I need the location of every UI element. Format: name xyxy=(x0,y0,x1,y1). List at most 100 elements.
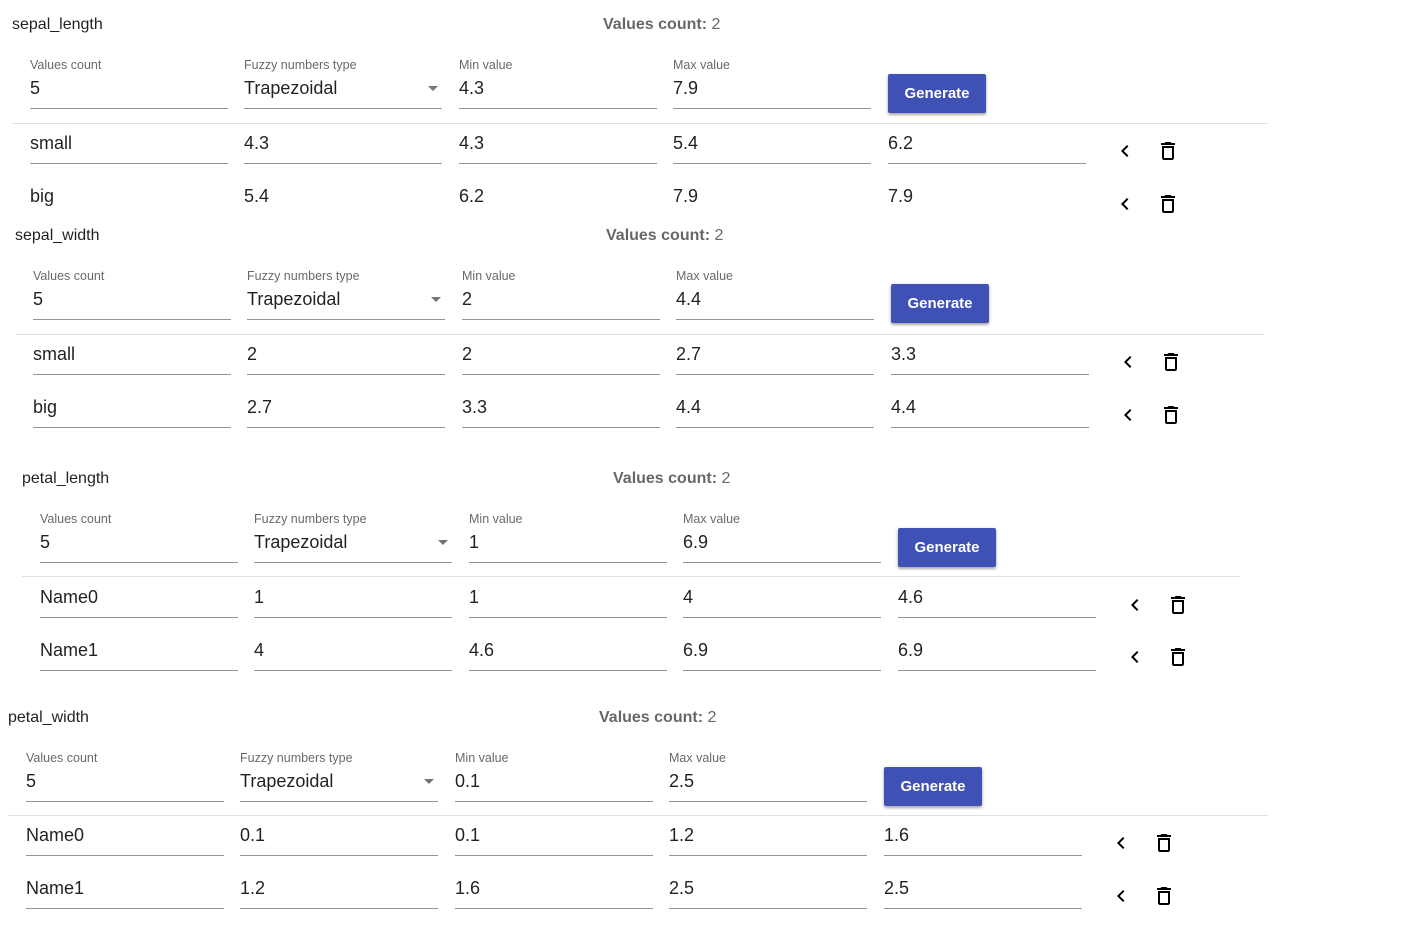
point-c-input[interactable]: 1.2 xyxy=(669,825,867,856)
point-d-input[interactable]: 6.2 xyxy=(888,133,1086,164)
values-count-input[interactable]: Values count 5 xyxy=(26,751,224,802)
generate-button[interactable]: Generate xyxy=(884,767,982,806)
point-c-input[interactable]: 7.9 xyxy=(673,186,871,217)
fuzzy-type-select[interactable]: Fuzzy numbers type Trapezoidal xyxy=(254,512,452,563)
dropdown-arrow-icon xyxy=(438,540,448,545)
trash-icon[interactable] xyxy=(1152,884,1176,908)
chevron-left-icon[interactable] xyxy=(1123,593,1147,617)
trash-icon[interactable] xyxy=(1166,645,1190,669)
values-count-value: 5 xyxy=(30,78,41,98)
point-b-input[interactable]: 1 xyxy=(469,587,667,618)
point-c-input[interactable]: 2.5 xyxy=(669,878,867,909)
fuzzy-type-value: Trapezoidal xyxy=(247,289,341,309)
generate-button[interactable]: Generate xyxy=(888,74,986,113)
point-d-input[interactable]: 6.9 xyxy=(898,640,1096,671)
fuzzy-type-value: Trapezoidal xyxy=(240,771,334,791)
chevron-left-icon[interactable] xyxy=(1113,192,1137,216)
chevron-left-icon[interactable] xyxy=(1109,884,1133,908)
trash-icon[interactable] xyxy=(1156,192,1180,216)
values-count-input[interactable]: Values count 5 xyxy=(30,58,228,109)
point-a-input[interactable]: 2 xyxy=(247,344,445,375)
point-c-input[interactable]: 5.4 xyxy=(673,133,871,164)
min-value-input[interactable]: Min value 2 xyxy=(462,269,660,320)
fuzzy-name-input[interactable]: big xyxy=(30,186,228,217)
point-a-value: 4 xyxy=(254,640,265,660)
max-value-input[interactable]: Max value 7.9 xyxy=(673,58,871,109)
min-value-label: Min value xyxy=(462,269,516,283)
trash-icon[interactable] xyxy=(1159,350,1183,374)
point-b-input[interactable]: 4.3 xyxy=(459,133,657,164)
generate-button[interactable]: Generate xyxy=(898,528,996,567)
attribute-name: petal_width xyxy=(8,709,89,726)
fuzzy-name-input[interactable]: Name1 xyxy=(26,878,224,909)
min-value-input[interactable]: Min value 4.3 xyxy=(459,58,657,109)
point-a-input[interactable]: 2.7 xyxy=(247,397,445,428)
fuzzy-name-input[interactable]: Name1 xyxy=(40,640,238,671)
min-value-input[interactable]: Min value 0.1 xyxy=(455,751,653,802)
chevron-left-icon[interactable] xyxy=(1113,139,1137,163)
point-b-input[interactable]: 6.2 xyxy=(459,186,657,217)
chevron-left-icon[interactable] xyxy=(1109,831,1133,855)
point-a-value: 4.3 xyxy=(244,133,270,153)
point-a-input[interactable]: 4.3 xyxy=(244,133,442,164)
attribute-name: sepal_length xyxy=(12,16,103,33)
max-value-input[interactable]: Max value 2.5 xyxy=(669,751,867,802)
fuzzy-name-value: Name1 xyxy=(40,640,99,660)
point-a-input[interactable]: 1 xyxy=(254,587,452,618)
point-b-value: 4.3 xyxy=(459,133,485,153)
point-d-input[interactable]: 2.5 xyxy=(884,878,1082,909)
max-value-input[interactable]: Max value 4.4 xyxy=(676,269,874,320)
fuzzy-name-input[interactable]: Name0 xyxy=(26,825,224,856)
chevron-left-icon[interactable] xyxy=(1116,350,1140,374)
values-count-input[interactable]: Values count 5 xyxy=(33,269,231,320)
fuzzy-type-select[interactable]: Fuzzy numbers type Trapezoidal xyxy=(244,58,442,109)
fuzzy-name-input[interactable]: small xyxy=(33,344,231,375)
point-b-input[interactable]: 2 xyxy=(462,344,660,375)
fuzzy-name-value: Name1 xyxy=(26,878,85,898)
values-count-input[interactable]: Values count 5 xyxy=(40,512,238,563)
fuzzy-type-select[interactable]: Fuzzy numbers type Trapezoidal xyxy=(240,751,438,802)
chevron-left-icon[interactable] xyxy=(1116,403,1140,427)
point-d-value: 6.9 xyxy=(898,640,924,660)
min-value-value: 4.3 xyxy=(459,78,485,98)
fuzzy-name-input[interactable]: Name0 xyxy=(40,587,238,618)
max-value-input[interactable]: Max value 6.9 xyxy=(683,512,881,563)
chevron-left-icon[interactable] xyxy=(1123,645,1147,669)
point-a-input[interactable]: 4 xyxy=(254,640,452,671)
point-d-input[interactable]: 4.6 xyxy=(898,587,1096,618)
point-d-input[interactable]: 4.4 xyxy=(891,397,1089,428)
values-count-value: 5 xyxy=(40,532,51,552)
fuzzy-type-label: Fuzzy numbers type xyxy=(244,58,357,72)
fuzzy-type-select[interactable]: Fuzzy numbers type Trapezoidal xyxy=(247,269,445,320)
point-a-input[interactable]: 0.1 xyxy=(240,825,438,856)
trash-icon[interactable] xyxy=(1166,593,1190,617)
point-b-value: 1 xyxy=(469,587,480,607)
values-count-label: Values count xyxy=(30,58,102,72)
point-b-value: 6.2 xyxy=(459,186,485,206)
point-a-input[interactable]: 5.4 xyxy=(244,186,442,217)
trash-icon[interactable] xyxy=(1152,831,1176,855)
fuzzy-name-input[interactable]: small xyxy=(30,133,228,164)
point-a-input[interactable]: 1.2 xyxy=(240,878,438,909)
point-c-value: 1.2 xyxy=(669,825,695,845)
point-a-value: 5.4 xyxy=(244,186,270,206)
generate-button[interactable]: Generate xyxy=(891,284,989,323)
fuzzy-name-input[interactable]: big xyxy=(33,397,231,428)
point-b-input[interactable]: 0.1 xyxy=(455,825,653,856)
trash-icon[interactable] xyxy=(1156,139,1180,163)
min-value-input[interactable]: Min value 1 xyxy=(469,512,667,563)
point-d-input[interactable]: 3.3 xyxy=(891,344,1089,375)
point-d-input[interactable]: 7.9 xyxy=(888,186,1086,217)
point-c-input[interactable]: 4 xyxy=(683,587,881,618)
trash-icon[interactable] xyxy=(1159,403,1183,427)
point-c-input[interactable]: 6.9 xyxy=(683,640,881,671)
point-c-input[interactable]: 4.4 xyxy=(676,397,874,428)
point-b-input[interactable]: 3.3 xyxy=(462,397,660,428)
point-d-input[interactable]: 1.6 xyxy=(884,825,1082,856)
point-c-input[interactable]: 2.7 xyxy=(676,344,874,375)
fuzzy-type-label: Fuzzy numbers type xyxy=(247,269,360,283)
point-b-input[interactable]: 1.6 xyxy=(455,878,653,909)
max-value-label: Max value xyxy=(676,269,733,283)
point-b-input[interactable]: 4.6 xyxy=(469,640,667,671)
point-d-value: 7.9 xyxy=(888,186,914,206)
